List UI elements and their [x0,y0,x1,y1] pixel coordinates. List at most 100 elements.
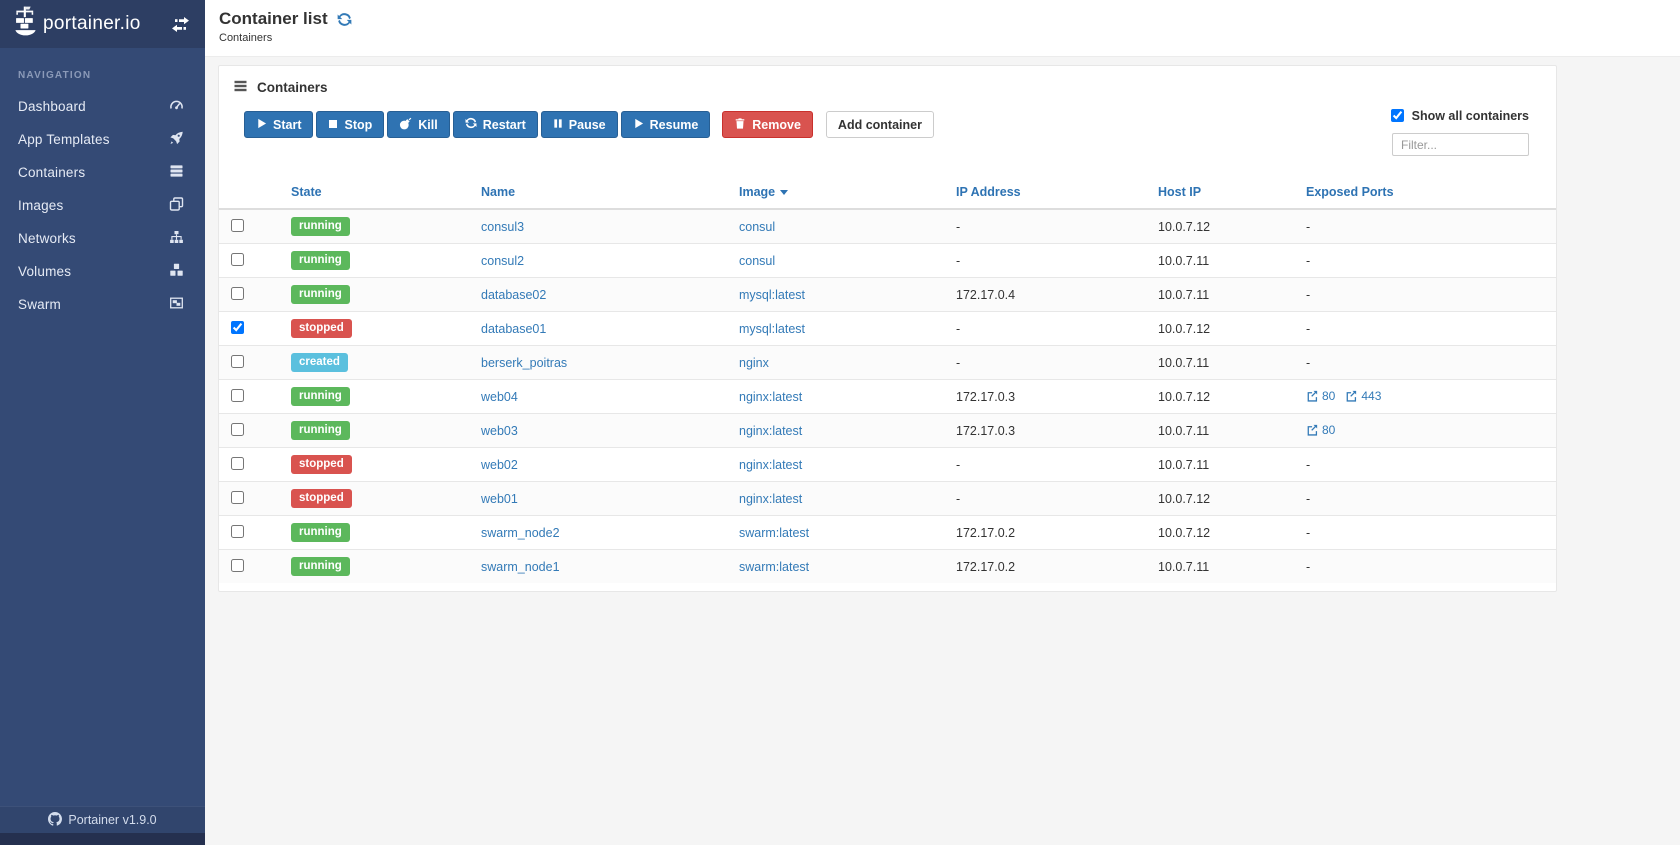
sidebar-item-dashboard[interactable]: Dashboard [0,90,205,123]
github-icon [48,811,63,829]
kill-button[interactable]: Kill [387,111,450,138]
container-name-link[interactable]: database02 [481,288,546,302]
image-link[interactable]: swarm:latest [739,560,809,574]
row-select-cell [219,208,283,244]
image-link[interactable]: nginx:latest [739,458,802,472]
sidebar-item-containers[interactable]: Containers [0,156,205,189]
filter-input[interactable] [1392,133,1529,156]
ports-cell: - [1298,481,1556,516]
container-name-link[interactable]: swarm_node2 [481,526,560,540]
containers-table: State Name Image IP Address Host IP Expo… [219,179,1556,583]
trash-icon [734,117,746,133]
brand-link[interactable]: portainer.io [13,6,171,42]
sidebar-item-app-templates[interactable]: App Templates [0,123,205,156]
image-link[interactable]: consul [739,220,775,234]
image-link[interactable]: nginx [739,356,769,370]
column-header-ports[interactable]: Exposed Ports [1298,179,1556,210]
image-link[interactable]: swarm:latest [739,526,809,540]
remove-button[interactable]: Remove [722,111,813,138]
resume-button[interactable]: Resume [620,111,711,138]
play-icon [633,118,644,132]
add-container-button[interactable]: Add container [825,111,934,138]
image-cell: nginx:latest [731,447,948,482]
image-link[interactable]: mysql:latest [739,288,805,302]
name-cell: web04 [473,379,731,414]
exposed-port-link[interactable]: 443 [1345,389,1381,403]
hostip-cell: 10.0.7.12 [1150,481,1298,516]
exposed-port-link[interactable]: 80 [1306,389,1335,403]
tasks-icon [233,79,248,96]
exchange-icon[interactable] [171,16,190,32]
sidebar-item-swarm[interactable]: Swarm [0,288,205,321]
hostip-cell: 10.0.7.12 [1150,515,1298,550]
image-cell: nginx:latest [731,481,948,516]
row-checkbox[interactable] [231,252,244,266]
row-checkbox[interactable] [231,388,244,402]
sidebar-item-volumes[interactable]: Volumes [0,255,205,288]
footer-version-text: Portainer v1.9.0 [68,813,157,827]
tachometer-icon [169,98,184,115]
hostip-cell: 10.0.7.11 [1150,413,1298,448]
show-all-checkbox[interactable] [1390,109,1404,122]
pause-button[interactable]: Pause [540,111,618,138]
table-row: running consul3 consul -10.0.7.12- [219,208,1556,244]
container-name-link[interactable]: berserk_poitras [481,356,567,370]
image-cell: consul [731,208,948,244]
column-header-state[interactable]: State [283,179,473,210]
row-checkbox[interactable] [231,456,244,470]
container-name-link[interactable]: consul2 [481,254,524,268]
row-checkbox[interactable] [231,524,244,538]
hostip-cell: 10.0.7.12 [1150,311,1298,346]
column-header-ip[interactable]: IP Address [948,179,1150,210]
container-name-link[interactable]: swarm_node1 [481,560,560,574]
image-link[interactable]: nginx:latest [739,390,802,404]
state-cell: running [283,413,473,448]
container-name-link[interactable]: web03 [481,424,518,438]
container-name-link[interactable]: web04 [481,390,518,404]
image-link[interactable]: mysql:latest [739,322,805,336]
row-checkbox[interactable] [231,354,244,368]
pause-icon [553,118,563,132]
breadcrumb: Containers [219,32,273,44]
image-cell: nginx:latest [731,413,948,448]
sidebar-item-networks[interactable]: Networks [0,222,205,255]
row-checkbox[interactable] [231,558,244,572]
restart-button[interactable]: Restart [452,111,538,138]
row-select-cell [219,413,283,448]
container-name-link[interactable]: web02 [481,458,518,472]
table-row: running database02 mysql:latest 172.17.0.4 1… [219,277,1556,312]
row-checkbox[interactable] [231,490,244,504]
image-cell: nginx [731,345,948,380]
row-checkbox[interactable] [231,320,244,334]
ports-cell: - [1298,345,1556,380]
exposed-port-link[interactable]: 80 [1306,423,1335,437]
sidebar-footer-link[interactable]: Portainer v1.9.0 [0,806,205,833]
column-header-image[interactable]: Image [731,179,948,210]
external-link-icon [1306,424,1318,436]
column-header-name[interactable]: Name [473,179,731,210]
stop-button[interactable]: Stop [316,111,385,138]
row-checkbox[interactable] [231,218,244,232]
container-name-link[interactable]: database01 [481,322,546,336]
image-link[interactable]: nginx:latest [739,492,802,506]
refresh-icon [465,117,477,132]
row-checkbox[interactable] [231,422,244,436]
refresh-icon[interactable] [337,12,352,27]
cubes-icon [169,263,184,280]
column-header-hostip[interactable]: Host IP [1150,179,1298,210]
table-row: running swarm_node1 swarm:latest 172.17.0.2… [219,549,1556,583]
image-link[interactable]: consul [739,254,775,268]
ports-cell: 80 443 [1298,379,1556,414]
container-name-link[interactable]: consul3 [481,220,524,234]
name-cell: swarm_node1 [473,549,731,583]
ip-cell: - [948,208,1150,244]
image-link[interactable]: nginx:latest [739,424,802,438]
row-checkbox[interactable] [231,286,244,300]
table-row: stopped web02 nginx:latest -10.0.7.11- [219,447,1556,482]
container-name-link[interactable]: web01 [481,492,518,506]
start-button[interactable]: Start [244,111,314,138]
panel-heading: Containers [219,66,1556,98]
show-all-label[interactable]: Show all containers [1387,106,1529,125]
sidebar-item-images[interactable]: Images [0,189,205,222]
name-cell: database01 [473,311,731,346]
